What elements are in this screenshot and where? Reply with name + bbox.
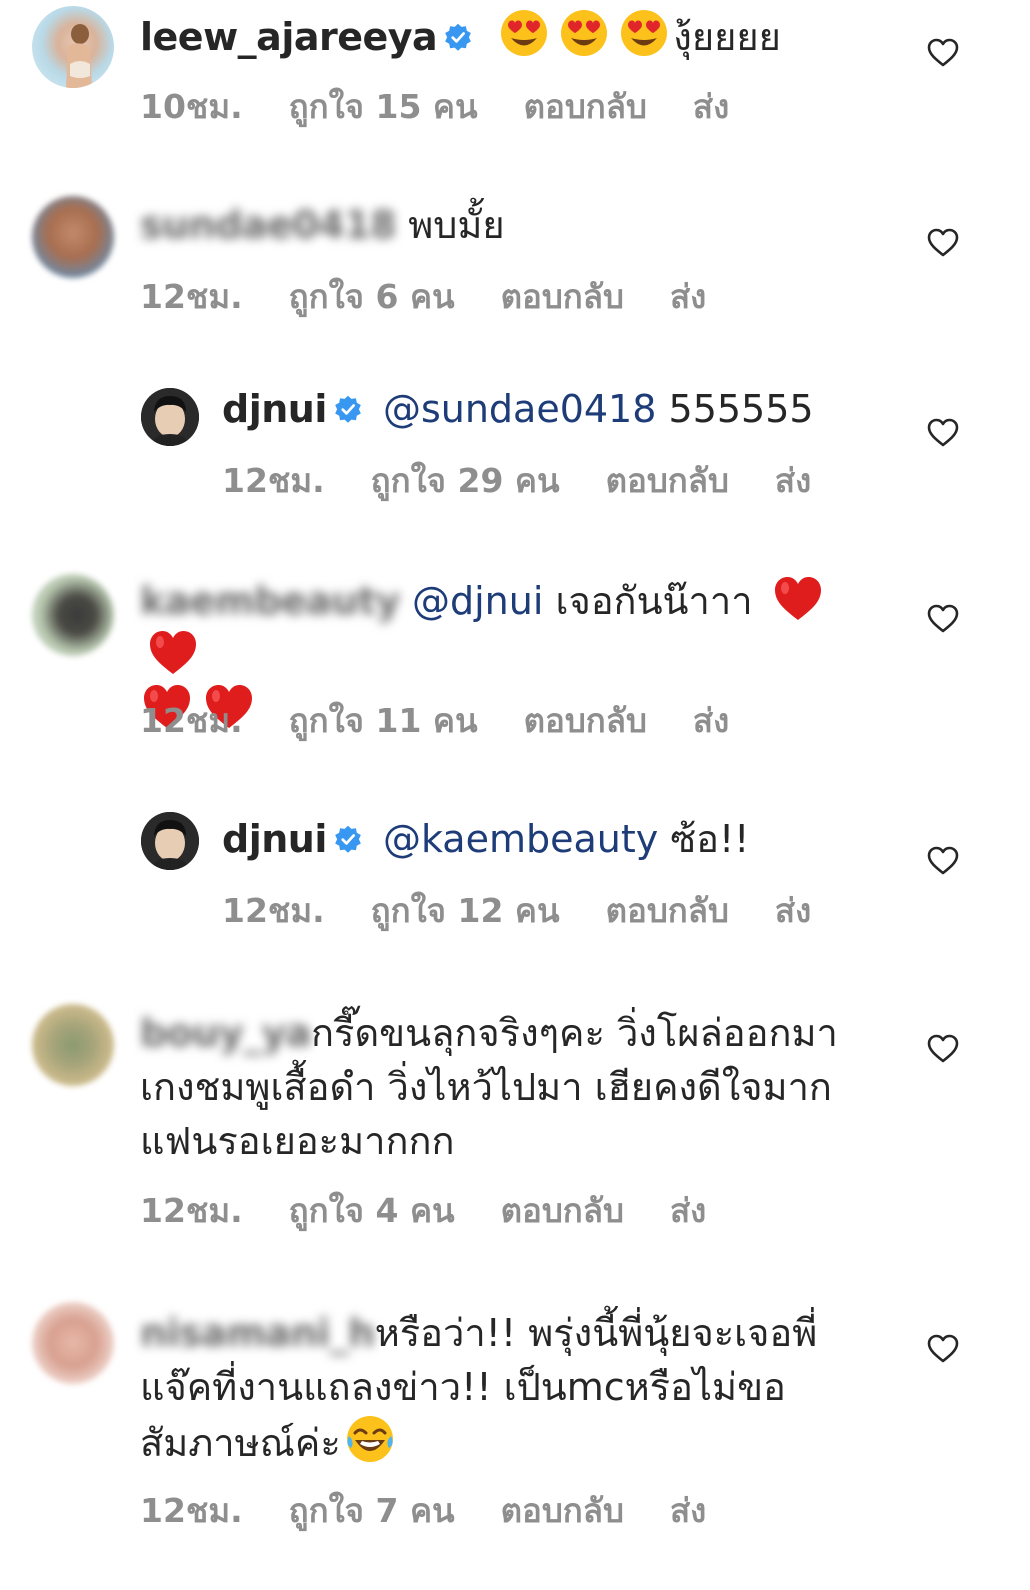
verified-badge-icon: [443, 23, 473, 53]
reply-button[interactable]: ตอบกลับ: [501, 1491, 624, 1530]
comment-text: 555555: [668, 387, 814, 431]
username[interactable]: sundae0418: [140, 203, 397, 247]
avatar[interactable]: [32, 1004, 114, 1086]
comment-time: 12ชม.: [140, 701, 243, 740]
comment-text-line: เกงชมพูเสื้อดำ วิ่งไหว้ไปมา เฮียคงดีใจมา…: [140, 1065, 832, 1109]
avatar[interactable]: [32, 196, 114, 278]
comment-time: 12ชม.: [140, 1491, 243, 1530]
red-heart-emoji-icon: [773, 576, 823, 622]
laughing-emoji-icon: [345, 1414, 395, 1464]
username[interactable]: kaembeauty: [140, 579, 400, 623]
likes-count[interactable]: ถูกใจ 29 คน: [371, 461, 560, 500]
send-button[interactable]: ส่ง: [693, 87, 729, 126]
send-button[interactable]: ส่ง: [670, 1191, 706, 1230]
comment-time: 10ชม.: [140, 87, 243, 126]
comment-meta: 12ชม. ถูกใจ 12 คน ตอบกลับ ส่ง: [222, 884, 857, 937]
like-heart-icon[interactable]: [926, 416, 960, 450]
like-heart-icon[interactable]: [926, 1032, 960, 1066]
avatar[interactable]: [32, 1302, 114, 1384]
comment-meta: 12ชม. ถูกใจ 11 คน ตอบกลับ ส่ง: [140, 694, 775, 747]
comment-time: 12ชม.: [222, 461, 325, 500]
reply-button[interactable]: ตอบกลับ: [524, 701, 647, 740]
likes-count[interactable]: ถูกใจ 4 คน: [289, 1191, 455, 1230]
mention-link[interactable]: @djnui: [412, 579, 543, 623]
username[interactable]: leew_ajareeya: [140, 15, 438, 59]
comment-meta: 12ชม. ถูกใจ 7 คน ตอบกลับ ส่ง: [140, 1484, 752, 1537]
heart-eyes-emoji-icon: [559, 8, 609, 58]
send-button[interactable]: ส่ง: [693, 701, 729, 740]
like-heart-icon[interactable]: [926, 226, 960, 260]
verified-badge-icon: [333, 395, 363, 425]
send-button[interactable]: ส่ง: [775, 461, 811, 500]
likes-count[interactable]: ถูกใจ 11 คน: [289, 701, 478, 740]
likes-count[interactable]: ถูกใจ 12 คน: [371, 891, 560, 930]
comment-meta: 12ชม. ถูกใจ 4 คน ตอบกลับ ส่ง: [140, 1184, 752, 1237]
like-heart-icon[interactable]: [926, 1332, 960, 1366]
username[interactable]: djnui: [222, 817, 327, 861]
comment-time: 12ชม.: [140, 277, 243, 316]
comment-meta: 10ชม. ถูกใจ 15 คน ตอบกลับ ส่ง: [140, 80, 775, 133]
like-heart-icon[interactable]: [926, 844, 960, 878]
comment-text: ซ้อ!!: [670, 817, 750, 861]
like-heart-icon[interactable]: [926, 36, 960, 70]
comment-text: งุ้ยยยย: [673, 15, 781, 59]
avatar[interactable]: [32, 574, 114, 656]
reply-button[interactable]: ตอบกลับ: [606, 461, 729, 500]
reply-button[interactable]: ตอบกลับ: [501, 277, 624, 316]
send-button[interactable]: ส่ง: [670, 277, 706, 316]
send-button[interactable]: ส่ง: [670, 1491, 706, 1530]
reply-button[interactable]: ตอบกลับ: [501, 1191, 624, 1230]
comment-text-line: แจ๊คที่งานแถลงข่าว!! เป็นmcหรือไม่ขอ: [140, 1365, 786, 1409]
comment-text-line: แฟนรอเยอะมากกก: [140, 1119, 455, 1163]
heart-eyes-emoji-icon: [499, 8, 549, 58]
comment-text: หรือว่า!! พรุ่งนี้พี่นุ้ยจะเจอพี่: [374, 1311, 818, 1355]
like-heart-icon[interactable]: [926, 602, 960, 636]
comment-time: 12ชม.: [222, 891, 325, 930]
mention-link[interactable]: @sundae0418: [383, 387, 656, 431]
comment-text: กรี๊ดขนลุกจริงๆคะ วิ่งโผล่ออกมา: [311, 1011, 838, 1055]
reply-button[interactable]: ตอบกลับ: [606, 891, 729, 930]
likes-count[interactable]: ถูกใจ 15 คน: [289, 87, 478, 126]
reply-button[interactable]: ตอบกลับ: [524, 87, 647, 126]
red-heart-emoji-icon: [148, 630, 198, 676]
comment-meta: 12ชม. ถูกใจ 29 คน ตอบกลับ ส่ง: [222, 454, 857, 507]
likes-count[interactable]: ถูกใจ 7 คน: [289, 1491, 455, 1530]
mention-link[interactable]: @kaembeauty: [383, 817, 658, 861]
avatar[interactable]: [141, 388, 199, 446]
comment-time: 12ชม.: [140, 1191, 243, 1230]
comment-text: พบมั้ย: [408, 203, 505, 247]
avatar[interactable]: [32, 6, 114, 88]
username[interactable]: djnui: [222, 387, 327, 431]
comment-text-line: สัมภาษณ์ค่ะ: [140, 1421, 341, 1465]
avatar[interactable]: [141, 812, 199, 870]
username[interactable]: nisamani_h: [140, 1311, 375, 1355]
comment-meta: 12ชม. ถูกใจ 6 คน ตอบกลับ ส่ง: [140, 270, 752, 323]
heart-eyes-emoji-icon: [619, 8, 669, 58]
send-button[interactable]: ส่ง: [775, 891, 811, 930]
likes-count[interactable]: ถูกใจ 6 คน: [289, 277, 455, 316]
comment-text: เจอกันน๊าาา: [555, 579, 753, 623]
username[interactable]: bouy_ya: [140, 1011, 312, 1055]
verified-badge-icon: [333, 825, 363, 855]
